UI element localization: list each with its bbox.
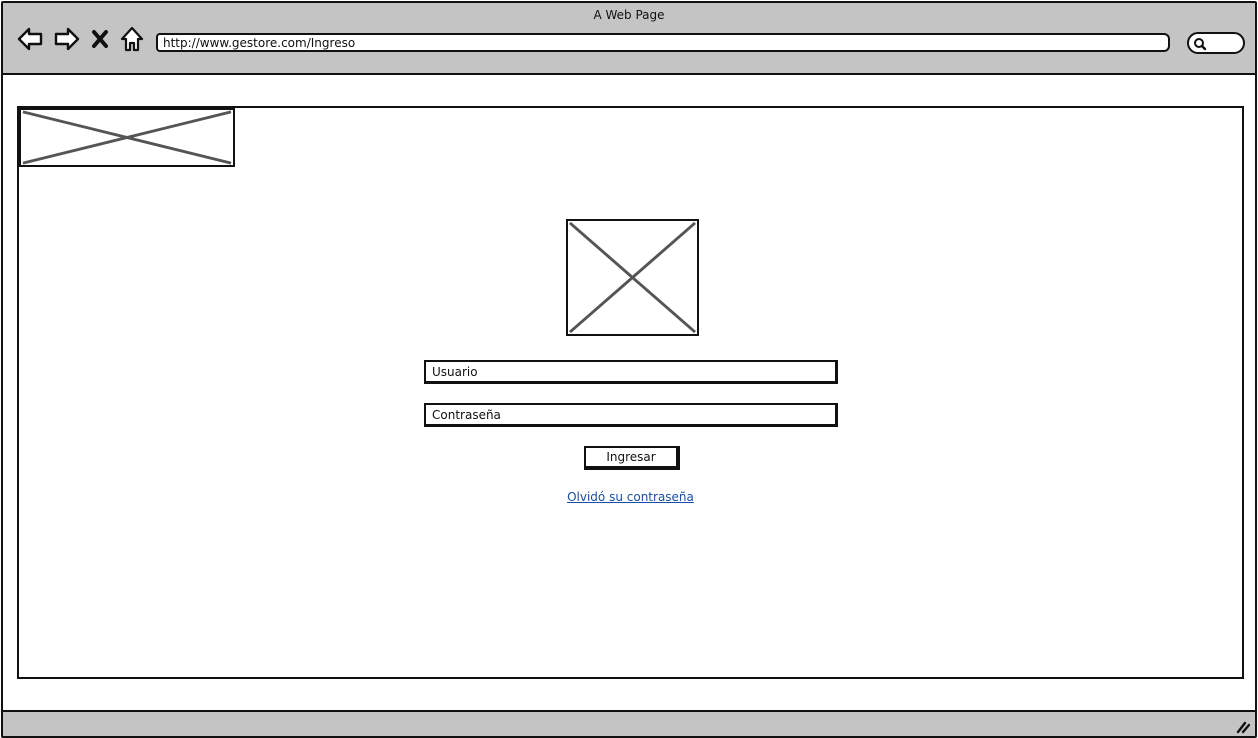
search-icon [1194,38,1207,51]
url-text: http://www.gestore.com/Ingreso [163,36,356,50]
close-icon[interactable] [89,25,111,53]
forward-arrow-icon[interactable] [53,25,81,53]
password-input[interactable] [424,403,838,427]
resize-grip-icon[interactable] [1235,718,1251,734]
logo-placeholder-image [19,108,235,167]
browser-window: A Web Page http://www.gestore.com/Ingres… [1,1,1257,738]
browser-statusbar [3,710,1255,736]
back-arrow-icon[interactable] [16,25,44,53]
window-title: A Web Page [593,8,665,22]
username-input[interactable] [424,360,838,384]
search-button[interactable] [1187,32,1245,54]
page-content: Ingresar Olvidó su contraseña [17,106,1244,679]
browser-titlebar: A Web Page http://www.gestore.com/Ingres… [3,3,1255,75]
login-image-placeholder [566,219,699,336]
forgot-password-label[interactable]: Olvidó su contraseña [567,490,694,504]
login-button[interactable]: Ingresar [584,446,680,470]
url-bar[interactable]: http://www.gestore.com/Ingreso [156,33,1170,52]
home-icon[interactable] [118,25,146,53]
forgot-password-link[interactable]: Olvidó su contraseña [19,490,1242,504]
